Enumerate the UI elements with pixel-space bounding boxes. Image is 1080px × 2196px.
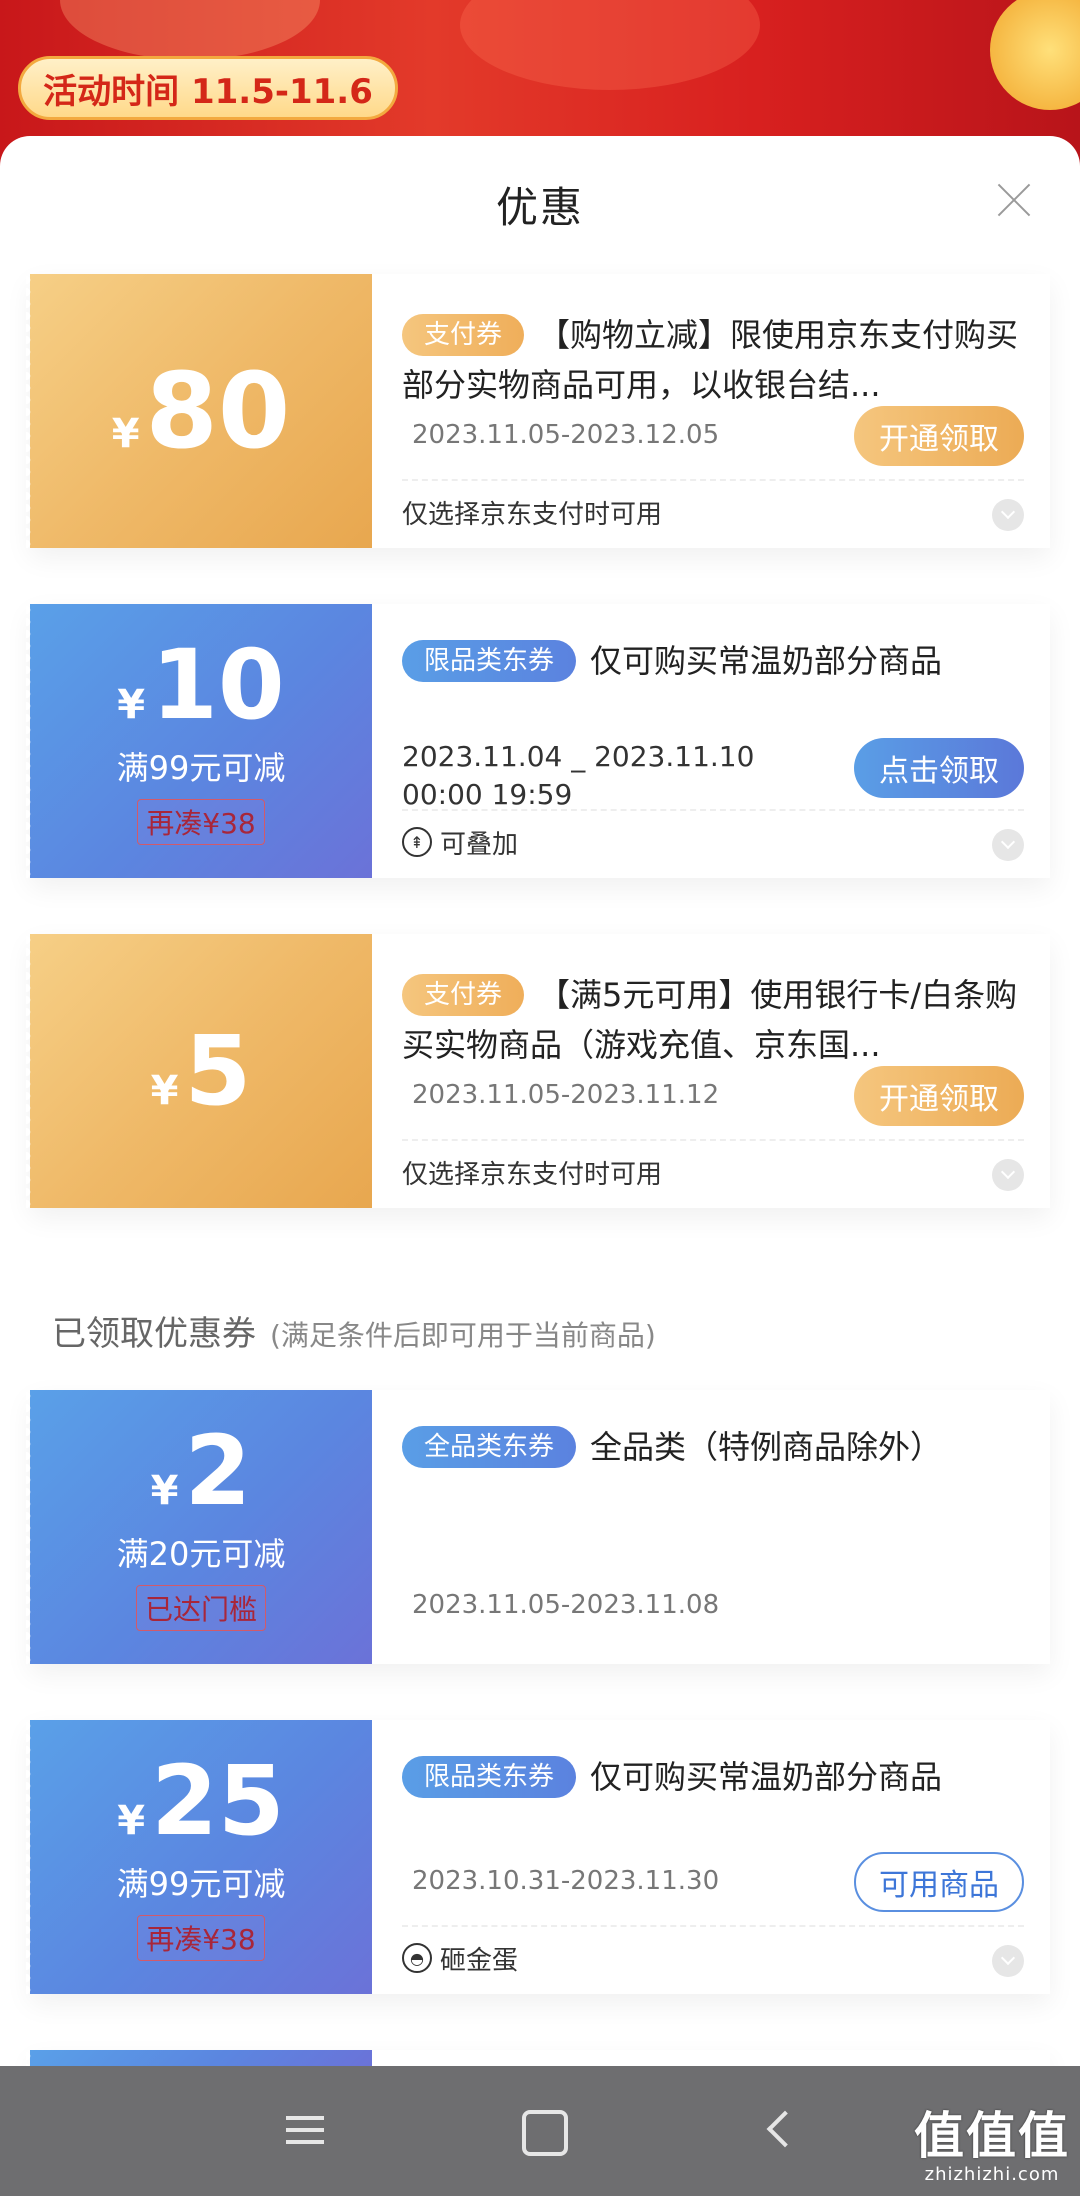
coupon-type-badge: 支付券 bbox=[402, 974, 525, 1016]
chevron-down-icon[interactable] bbox=[992, 829, 1024, 861]
remaining-amount-chip: 再凑¥38 bbox=[137, 799, 265, 845]
coupon-sheet: 优惠 ¥ 80 支付券 【购物立减】限使用京东支付购买部分实物商品可用，以收银台结… bbox=[0, 136, 1080, 2066]
coupon-details: 支付券 【满5元可用】使用银行卡/白条购买实物商品（游戏充值、京东国... 202… bbox=[372, 934, 1050, 1208]
coupon-footnote: 仅选择京东支付时可用 bbox=[402, 499, 663, 530]
coupon-type-badge: 限品类东券 bbox=[402, 1756, 577, 1798]
coupon-validity: 2023.10.31-2023.11.30 bbox=[412, 1866, 720, 1896]
coupon-card[interactable]: ¥ 5 支付券 【满5元可用】使用银行卡/白条购买实物商品（游戏充值、京东国...… bbox=[26, 934, 1050, 1208]
chevron-down-icon[interactable] bbox=[992, 499, 1024, 531]
coupon-details: 限品类东券 仅可购买常温奶部分商品 2023.11.04 _ 2023.11.10… bbox=[372, 604, 1050, 878]
coupon-amount: ¥ 25 bbox=[117, 1745, 285, 1857]
activity-time-tag: 活动时间 11.5-11.6 bbox=[18, 56, 398, 120]
watermark-logo: 值值值 zhizhizhi.com bbox=[914, 2107, 1070, 2185]
menu-icon[interactable] bbox=[282, 2108, 332, 2152]
coupon-footnote: ◓ 砸金蛋 bbox=[402, 1938, 518, 1978]
divider bbox=[402, 809, 1024, 811]
coupon-condition: 满99元可减 bbox=[116, 1865, 286, 1903]
coupon-card[interactable]: ¥ 10 满99元可减 再凑¥38 限品类东券 仅可购买常温奶部分商品 2023.… bbox=[26, 604, 1050, 878]
coupon-validity: 2023.11.05-2023.12.05 bbox=[412, 420, 720, 450]
applicable-products-button[interactable]: 可用商品 bbox=[854, 1852, 1024, 1912]
coupon-title: 限品类东券 仅可购买常温奶部分商品 bbox=[402, 1752, 1030, 1802]
coupon-amount: ¥ 80 bbox=[111, 350, 291, 472]
coupon-amount-panel: ¥ 2 满20元可减 已达门槛 bbox=[26, 1390, 372, 1664]
received-coupons-header: 已领取优惠券 (满足条件后即可用于当前商品) bbox=[52, 1314, 656, 1354]
received-coupon-card[interactable]: ¥ 2 满20元可减 已达门槛 全品类东券 全品类（特例商品除外） 2023.11… bbox=[26, 1390, 1050, 1664]
activate-claim-button[interactable]: 开通领取 bbox=[854, 1066, 1024, 1126]
coupon-details: 全品类东券 全品类（特例商品除外） 2023.11.05-2023.11.08 bbox=[372, 1390, 1050, 1664]
divider bbox=[402, 1139, 1024, 1141]
close-icon[interactable] bbox=[996, 182, 1032, 218]
coupon-validity: 2023.11.05-2023.11.08 bbox=[412, 1590, 720, 1620]
coupon-amount-panel: ¥ 5 bbox=[26, 934, 372, 1208]
chevron-down-icon[interactable] bbox=[992, 1945, 1024, 1977]
divider bbox=[402, 479, 1024, 481]
received-coupon-card[interactable]: ¥ 25 满99元可减 再凑¥38 限品类东券 仅可购买常温奶部分商品 2023.… bbox=[26, 1720, 1050, 1994]
banner-decoration bbox=[60, 0, 320, 60]
coupon-title: 全品类东券 全品类（特例商品除外） bbox=[402, 1422, 1030, 1472]
back-icon[interactable] bbox=[758, 2108, 808, 2152]
egg-icon: ◓ bbox=[402, 1943, 432, 1973]
coupon-amount-panel bbox=[26, 2050, 372, 2066]
coupon-validity: 2023.11.04 _ 2023.11.10 00:00 19:59 bbox=[402, 740, 755, 811]
activate-claim-button[interactable]: 开通领取 bbox=[854, 406, 1024, 466]
coupon-validity: 2023.11.05-2023.11.12 bbox=[412, 1080, 720, 1110]
coupon-title: 支付券 【满5元可用】使用银行卡/白条购买实物商品（游戏充值、京东国... bbox=[402, 974, 1018, 1064]
home-icon[interactable] bbox=[518, 2108, 568, 2156]
coupon-condition: 满20元可减 bbox=[116, 1535, 286, 1573]
stack-icon: ⇞ bbox=[402, 827, 432, 857]
coupon-type-badge: 全品类东券 bbox=[402, 1426, 577, 1468]
chevron-down-icon[interactable] bbox=[992, 1159, 1024, 1191]
coupon-condition: 满99元可减 bbox=[116, 749, 286, 787]
remaining-amount-chip: 再凑¥38 bbox=[137, 1915, 265, 1961]
claim-button[interactable]: 点击领取 bbox=[854, 738, 1024, 798]
coupon-footnote: ⇞ 可叠加 bbox=[402, 822, 518, 862]
coupon-footnote: 仅选择京东支付时可用 bbox=[402, 1159, 663, 1190]
banner-coin-icon bbox=[990, 0, 1080, 110]
divider bbox=[402, 1925, 1024, 1927]
coupon-amount: ¥ 10 bbox=[117, 629, 285, 741]
coupon-title: 限品类东券 仅可购买常温奶部分商品 bbox=[402, 636, 1030, 686]
coupon-amount-panel: ¥ 25 满99元可减 再凑¥38 bbox=[26, 1720, 372, 1994]
coupon-type-badge: 限品类东券 bbox=[402, 640, 577, 682]
coupon-amount-panel: ¥ 80 bbox=[26, 274, 372, 548]
coupon-amount: ¥ 2 bbox=[150, 1415, 252, 1527]
banner-decoration bbox=[460, 0, 760, 90]
coupon-details: 支付券 【购物立减】限使用京东支付购买部分实物商品可用，以收银台结... 2023… bbox=[372, 274, 1050, 548]
coupon-amount-panel: ¥ 10 满99元可减 再凑¥38 bbox=[26, 604, 372, 878]
threshold-reached-chip: 已达门槛 bbox=[135, 1585, 266, 1631]
coupon-details: 限品类东券 仅可购买常温奶部分商品 2023.10.31-2023.11.30 可… bbox=[372, 1720, 1050, 1994]
received-coupon-card[interactable] bbox=[26, 2050, 1050, 2066]
coupon-title: 支付券 【购物立减】限使用京东支付购买部分实物商品可用，以收银台结... bbox=[402, 314, 1019, 404]
coupon-amount: ¥ 5 bbox=[150, 1015, 252, 1127]
sheet-title: 优惠 bbox=[495, 183, 584, 232]
coupon-type-badge: 支付券 bbox=[402, 314, 525, 356]
coupon-card[interactable]: ¥ 80 支付券 【购物立减】限使用京东支付购买部分实物商品可用，以收银台结...… bbox=[26, 274, 1050, 548]
